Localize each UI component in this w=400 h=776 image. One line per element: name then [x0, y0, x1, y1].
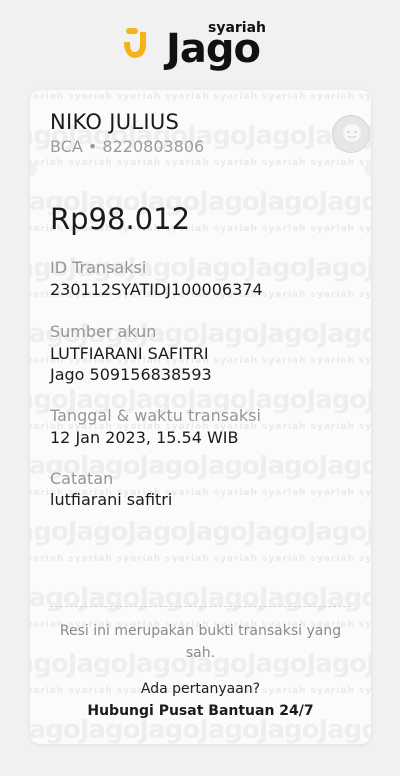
jago-syariah-logo: syariah Jago	[0, 18, 400, 78]
recipient-name: NIKO JULIUS	[50, 110, 180, 134]
source-account-name: LUTFIARANI SAFITRI	[50, 344, 209, 363]
note-value: lutfiarani safitri	[50, 490, 173, 509]
receipt-card: syariah syariah syariah syariah syariah …	[30, 90, 371, 744]
jago-logo-icon	[124, 28, 146, 58]
transaction-datetime-value: 12 Jan 2023, 15.54 WIB	[50, 428, 239, 447]
person-avatar-icon	[332, 115, 370, 153]
transaction-datetime-label: Tanggal & waktu transaksi	[50, 406, 261, 425]
note-label: Catatan	[50, 469, 114, 488]
help-question: Ada pertanyaan?	[140, 681, 261, 697]
transaction-id-label: ID Transaksi	[50, 258, 147, 277]
receipt-validity-note: Resi ini merupakan bukti transaksi yang …	[59, 623, 342, 661]
watermark-row: syariah syariah syariah syariah syariah …	[30, 554, 371, 564]
recipient-bank-account: BCA • 8220803806	[50, 137, 205, 156]
source-account-number: Jago 509156838593	[50, 365, 212, 384]
watermark-row: JagoJagoJagoJagoJagoJagoJagoJagoJagoJago	[30, 715, 371, 744]
transaction-amount: Rp98.012	[50, 202, 191, 236]
watermark-row: JagoJagoJagoJagoJagoJagoJagoJagoJagoJago	[30, 517, 371, 547]
logo-jago-text: Jago	[166, 26, 261, 72]
help-center-link[interactable]: Hubungi Pusat Bantuan 24/7	[50, 703, 351, 719]
watermark-row: syariah syariah syariah syariah syariah …	[30, 92, 371, 102]
card-notch-left	[30, 162, 37, 176]
card-notch-right	[364, 162, 371, 176]
source-account-label: Sumber akun	[50, 322, 157, 341]
transaction-id-value: 230112SYATIDJ100006374	[50, 280, 263, 299]
receipt-divider	[50, 606, 351, 607]
watermark-row: JagoJagoJagoJagoJagoJagoJagoJagoJagoJago	[30, 583, 371, 613]
